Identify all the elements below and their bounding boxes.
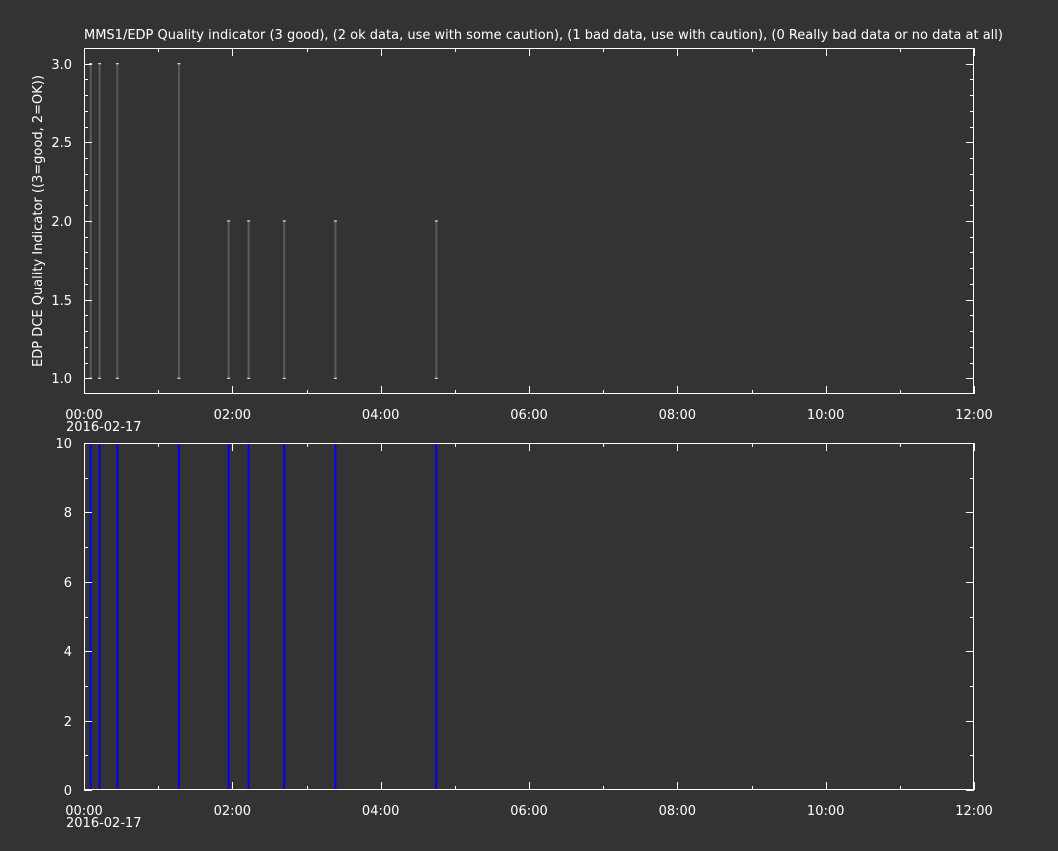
y-tick-label: 10 <box>55 437 72 452</box>
y-axis-label: EDP DCE Quality Indicator ((3=good, 2=OK… <box>31 75 46 367</box>
y-tick-label: 4 <box>64 645 72 660</box>
x-date-label: 2016-02-17 <box>66 816 142 831</box>
chart-title: MMS1/EDP Quality indicator (3 good), (2 … <box>84 28 1003 43</box>
x-tick-label: 06:00 <box>510 408 547 423</box>
x-tick-label: 02:00 <box>214 804 251 819</box>
quality-indicator-panel: 00:00 02:00 04:00 06:00 08:00 10:00 12:002016-… <box>31 48 993 435</box>
y-tick-label: 2 <box>64 715 72 730</box>
x-tick-label: 04:00 <box>362 408 399 423</box>
plot-frame <box>84 48 974 394</box>
y-tick-label: 1.0 <box>51 372 72 387</box>
y-tick-label: 0 <box>64 784 72 799</box>
x-tick-label: 10:00 <box>807 408 844 423</box>
x-tick-label: 10:00 <box>807 804 844 819</box>
x-date-label: 2016-02-17 <box>66 420 142 435</box>
x-tick-label: 06:00 <box>510 804 547 819</box>
y-tick-label: 2.0 <box>51 215 72 230</box>
x-tick-label: 08:00 <box>659 408 696 423</box>
y-tick-label: 3.0 <box>51 58 72 73</box>
y-tick-label: 1.5 <box>51 294 72 309</box>
x-tick-label: 04:00 <box>362 804 399 819</box>
plot-frame <box>84 443 974 790</box>
x-tick-label: 02:00 <box>214 408 251 423</box>
y-tick-label: 2.5 <box>51 136 72 151</box>
chart-canvas: MMS1/EDP Quality indicator (3 good), (2 … <box>31 28 1003 831</box>
x-tick-label: 12:00 <box>955 804 992 819</box>
x-tick-label: 08:00 <box>659 804 696 819</box>
x-tick-label: 12:00 <box>955 408 992 423</box>
y-tick-label: 6 <box>64 576 72 591</box>
y-tick-label: 8 <box>64 506 72 521</box>
count-panel: 00:00 02:00 04:00 06:00 08:00 10:00 12:002016-… <box>55 437 992 831</box>
